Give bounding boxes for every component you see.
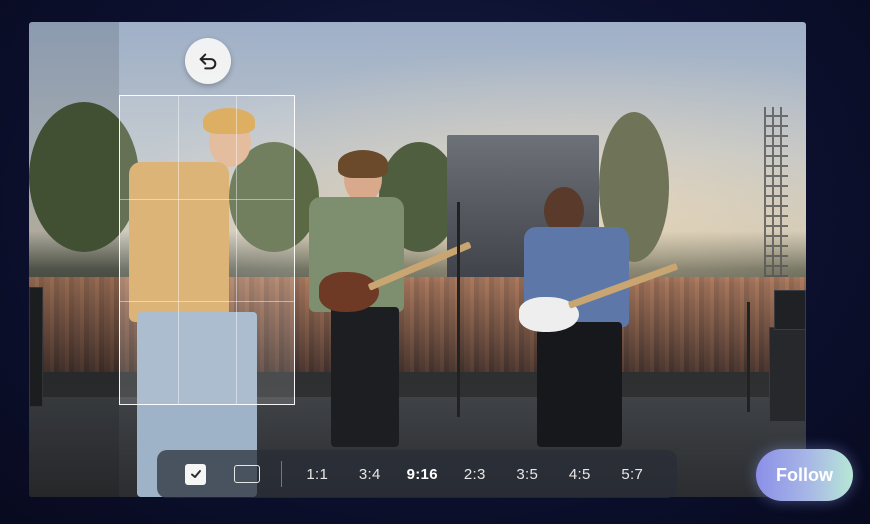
toolbar-divider [281, 461, 282, 487]
undo-arrow-icon [199, 53, 217, 70]
rectangle-icon[interactable] [234, 465, 260, 483]
crop-gridline [120, 198, 294, 200]
ratio-option[interactable]: 3:4 [344, 466, 397, 483]
crop-gridline [235, 96, 237, 404]
aspect-ratio-toolbar: 1:1 3:4 9:16 2:3 3:5 4:5 5:7 [157, 450, 677, 498]
ratio-option[interactable]: 2:3 [449, 466, 502, 483]
crop-gridline [120, 301, 294, 303]
light-tower [764, 107, 788, 297]
checkmark-icon[interactable] [185, 463, 206, 485]
undo-button[interactable] [185, 38, 231, 84]
crop-selection[interactable] [119, 95, 295, 405]
follow-button[interactable]: Follow [756, 449, 853, 501]
ratio-option[interactable]: 4:5 [554, 466, 607, 483]
ratio-option-selected[interactable]: 9:16 [396, 466, 449, 483]
mic-stand-right [747, 302, 750, 412]
amp-head [774, 290, 806, 330]
ratio-option[interactable]: 3:5 [501, 466, 554, 483]
ratio-option[interactable]: 1:1 [291, 466, 344, 483]
mic-stand [457, 202, 460, 417]
crop-gridline [177, 96, 179, 404]
ratio-list: 1:1 3:4 9:16 2:3 3:5 4:5 5:7 [291, 466, 659, 483]
ratio-option[interactable]: 5:7 [606, 466, 659, 483]
amp-right [769, 327, 806, 422]
